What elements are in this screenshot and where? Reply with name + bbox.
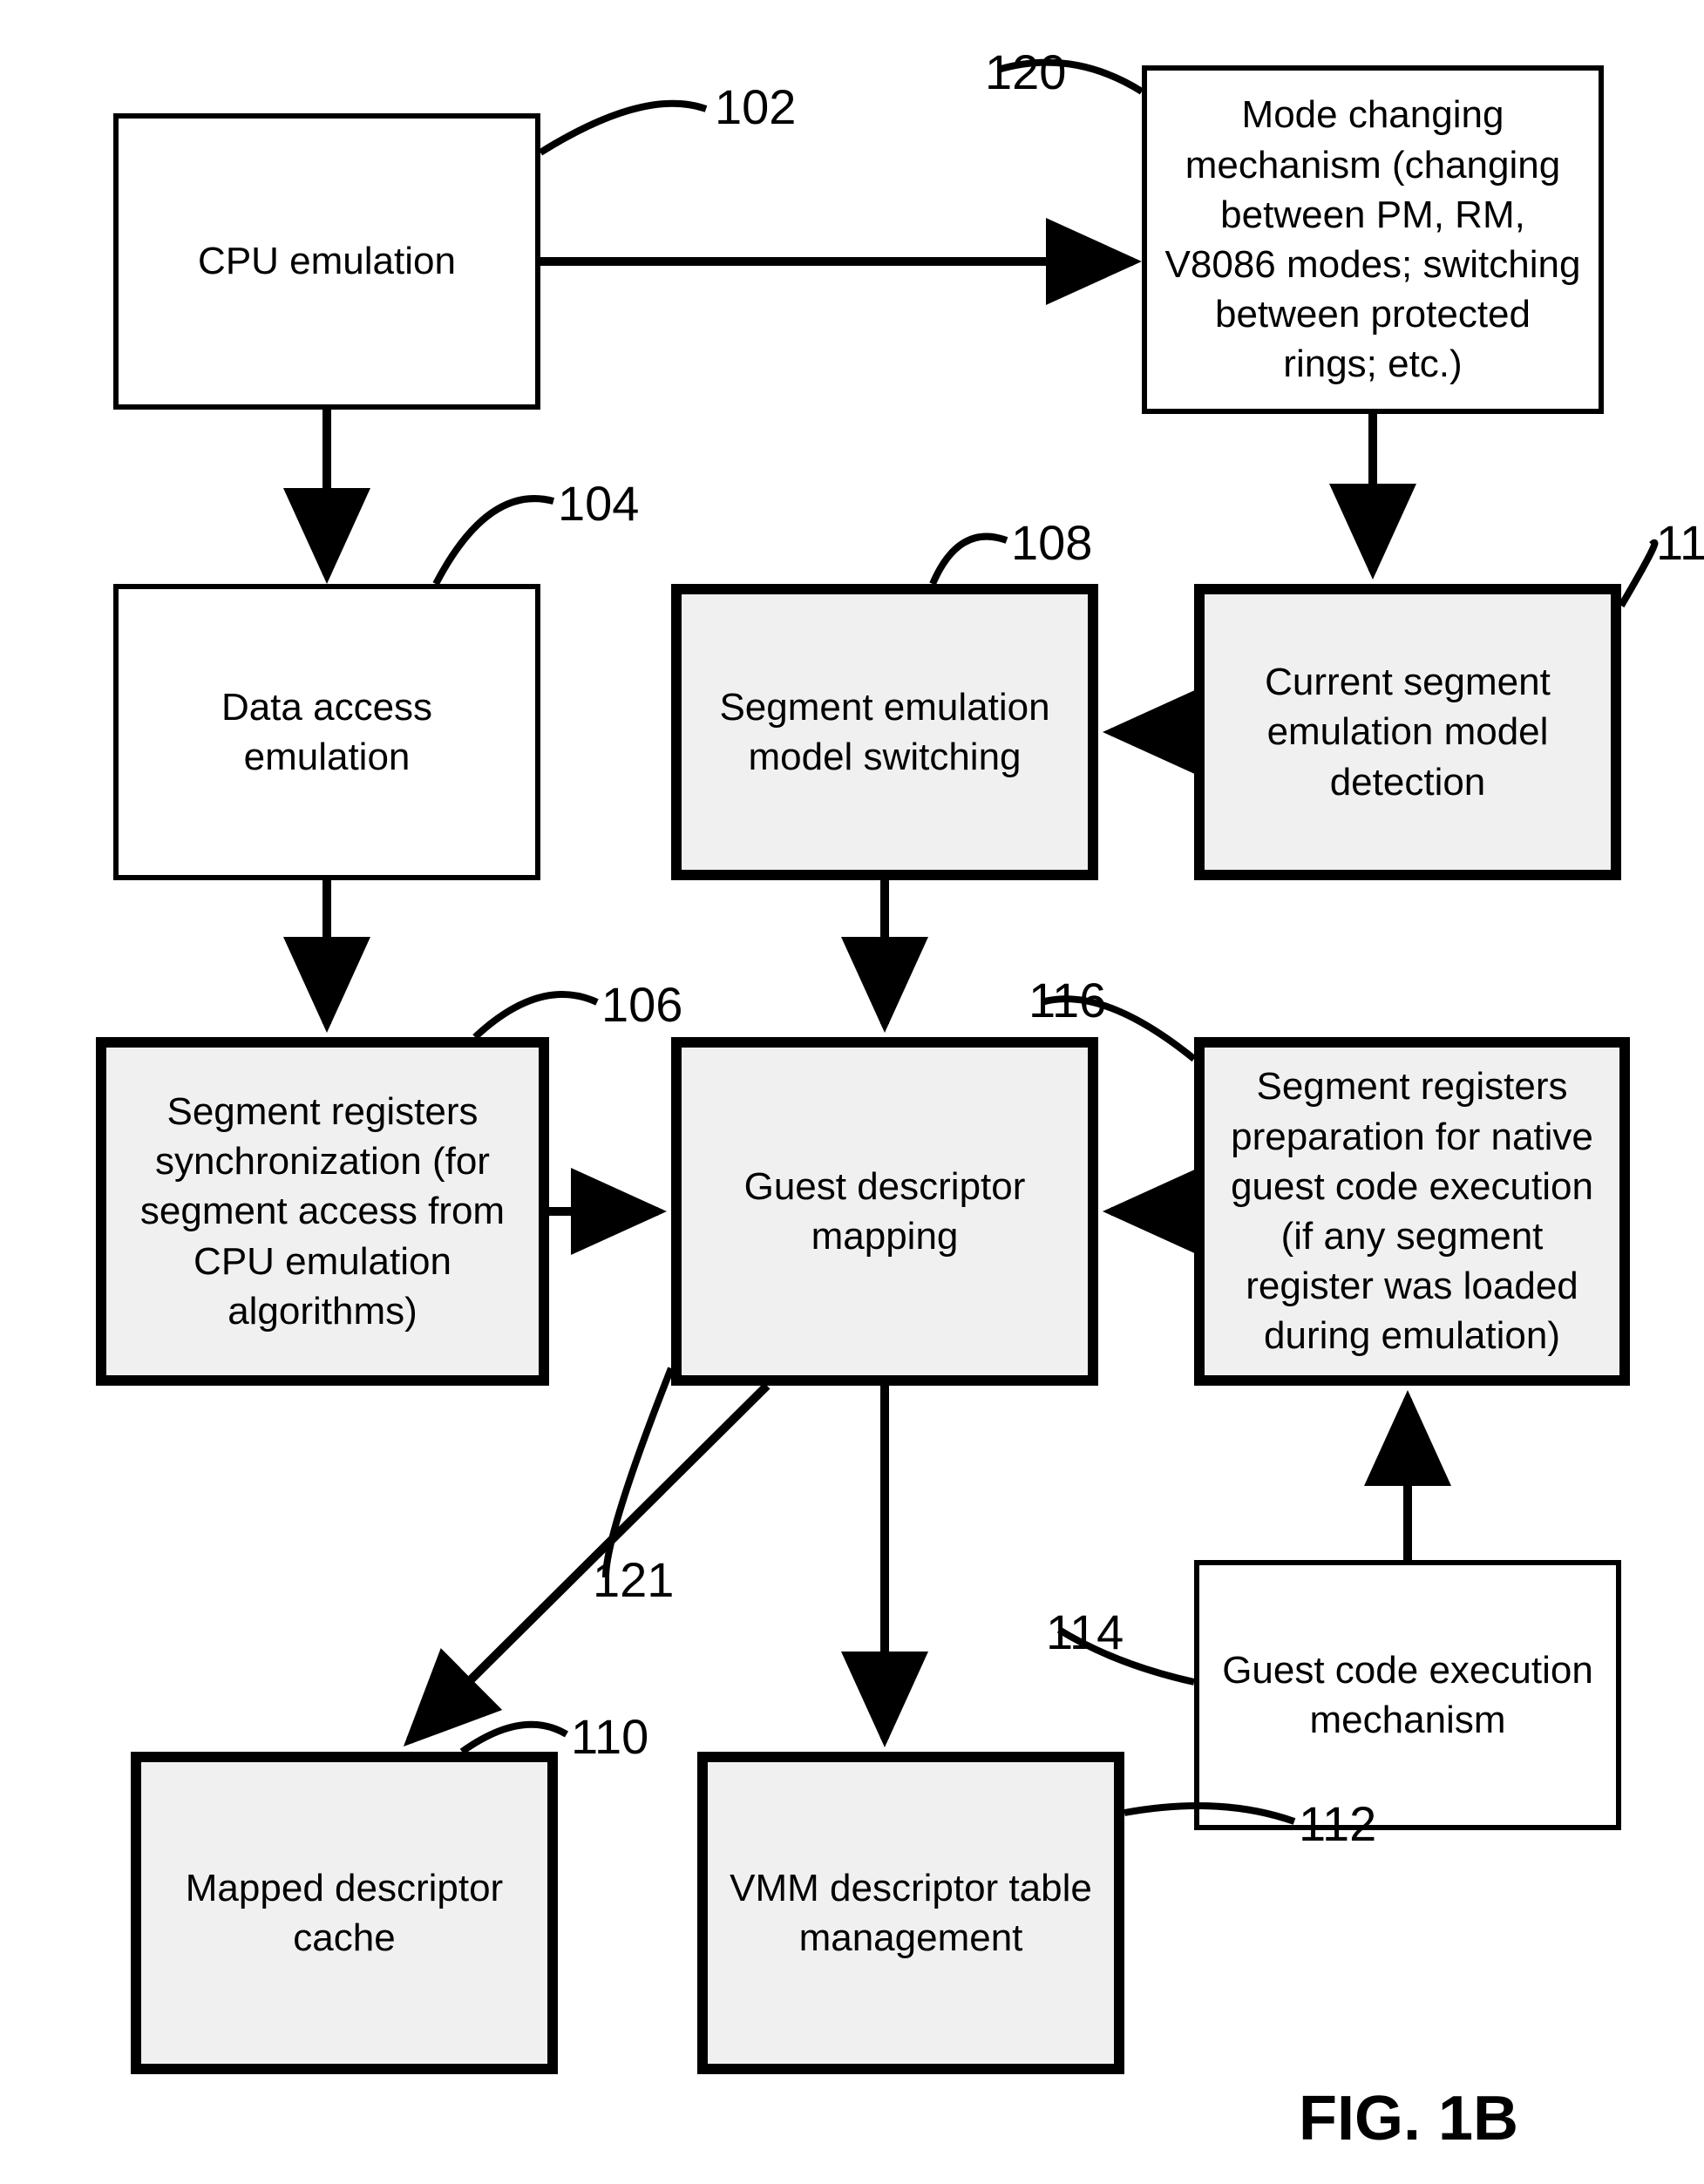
box-text: Segment registers synchronization (for s…	[124, 1087, 521, 1336]
ref-112: 112	[1299, 1795, 1376, 1852]
box-data-access: Data access emulation	[113, 584, 540, 880]
box-text: Guest descriptor mapping	[699, 1162, 1070, 1261]
box-text: Guest code execution mechanism	[1217, 1645, 1599, 1745]
box-text: Segment registers preparation for native…	[1222, 1061, 1602, 1360]
ref-110: 110	[571, 1708, 648, 1765]
ref-102: 102	[715, 78, 796, 135]
box-text: VMM descriptor table management	[725, 1863, 1096, 1963]
box-text: Mapped descriptor cache	[159, 1863, 530, 1963]
ref-121: 121	[593, 1551, 674, 1608]
box-segment-detection: Current segment emulation model detectio…	[1194, 584, 1621, 880]
box-segment-sync: Segment registers synchronization (for s…	[96, 1037, 549, 1386]
box-vmm-table: VMM descriptor table management	[697, 1752, 1124, 2074]
ref-116: 116	[1029, 972, 1106, 1028]
ref-104: 104	[558, 475, 639, 532]
ref-108: 108	[1011, 514, 1092, 571]
box-text: Segment emulation model switching	[699, 682, 1070, 782]
box-text: CPU emulation	[198, 236, 456, 286]
ref-114: 114	[1046, 1604, 1124, 1660]
box-text: Data access emulation	[136, 682, 518, 782]
figure-label: FIG. 1B	[1299, 2083, 1518, 2154]
box-segment-switching: Segment emulation model switching	[671, 584, 1098, 880]
box-segment-prep: Segment registers preparation for native…	[1194, 1037, 1630, 1386]
box-mode-changing: Mode changing mechanism (changing betwee…	[1142, 65, 1604, 414]
ref-106: 106	[601, 976, 682, 1033]
ref-120: 120	[985, 44, 1066, 100]
box-text: Mode changing mechanism (changing betwee…	[1164, 90, 1581, 389]
box-mapped-cache: Mapped descriptor cache	[131, 1752, 558, 2074]
box-guest-descriptor: Guest descriptor mapping	[671, 1037, 1098, 1386]
box-cpu-emulation: CPU emulation	[113, 113, 540, 410]
box-text: Current segment emulation model detectio…	[1222, 657, 1593, 807]
ref-118: 118	[1656, 514, 1704, 571]
box-guest-code-exec: Guest code execution mechanism	[1194, 1560, 1621, 1830]
